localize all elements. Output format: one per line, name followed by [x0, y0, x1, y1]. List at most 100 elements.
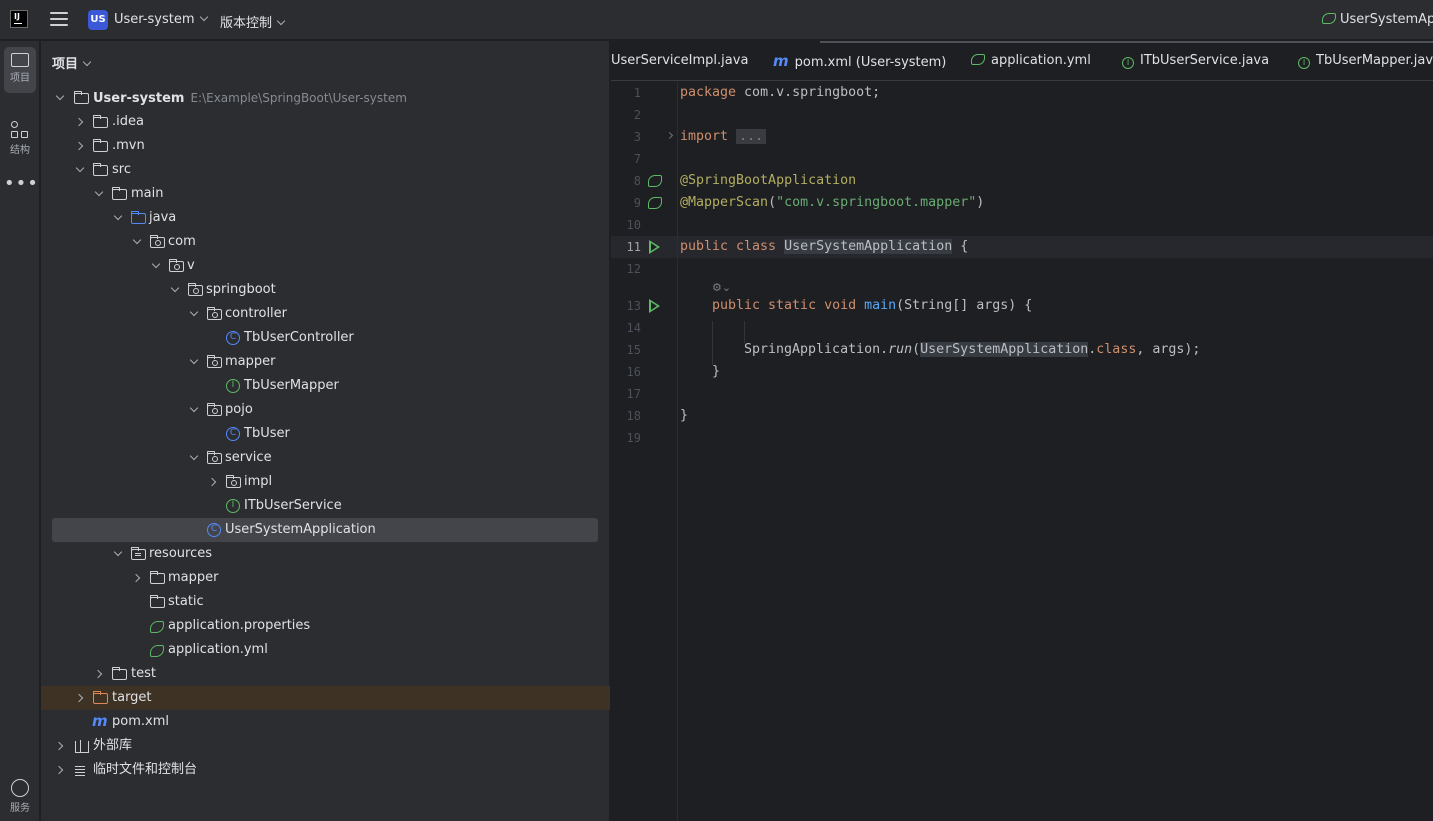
collapse-arrow-icon[interactable] [74, 134, 88, 158]
tree-item-pom-xml[interactable]: m pom.xml [41, 710, 610, 734]
expand-arrow-icon[interactable] [150, 254, 164, 278]
project-switcher[interactable]: User-system [114, 12, 208, 27]
expand-arrow-icon[interactable] [112, 542, 126, 566]
intellij-logo[interactable]: IJ [10, 10, 28, 28]
code-line: public static void main(String[] args) { [712, 298, 1033, 313]
spring-config-icon [971, 54, 985, 65]
tree-item-application-properties[interactable]: application.properties [41, 614, 610, 638]
vcs-menu[interactable]: 版本控制 [220, 12, 286, 31]
tree-item-impl[interactable]: impl [41, 470, 610, 494]
expand-arrow-icon[interactable] [188, 302, 202, 326]
folder-icon [93, 115, 108, 128]
tab-itbuserservice[interactable]: I ITbUserService.java [1122, 41, 1269, 80]
tree-item-external-libraries[interactable]: 外部库 [41, 734, 610, 758]
tree-item-usersystemapplication[interactable]: C UserSystemApplication [41, 518, 610, 542]
collapse-arrow-icon[interactable] [54, 758, 68, 782]
expand-arrow-icon[interactable] [169, 278, 183, 302]
expand-arrow-icon[interactable] [74, 158, 88, 182]
expand-arrow-icon[interactable] [188, 398, 202, 422]
tree-item-springboot[interactable]: springboot [41, 278, 610, 302]
main-menu-icon[interactable] [50, 12, 68, 28]
tree-item-v[interactable]: v [41, 254, 610, 278]
tree-item-main[interactable]: main [41, 182, 610, 206]
tree-item-mapper[interactable]: mapper [41, 350, 610, 374]
collapse-arrow-icon[interactable] [74, 686, 88, 710]
package-icon [169, 259, 184, 272]
tree-item-mvn[interactable]: .mvn [41, 134, 610, 158]
structure-icon [11, 121, 29, 139]
package-icon [150, 235, 165, 248]
tree-item-test[interactable]: test [41, 662, 610, 686]
folded-imports[interactable]: ... [736, 129, 767, 144]
line-number: 15 [626, 343, 641, 357]
tree-item-target[interactable]: target [41, 686, 610, 710]
more-tools-button[interactable]: ••• [4, 173, 38, 197]
line-number: 10 [626, 218, 641, 232]
tab-pom-xml[interactable]: m pom.xml (User-system) [773, 41, 946, 80]
tab-application-yml[interactable]: application.yml [971, 41, 1091, 80]
tree-item-java[interactable]: java [41, 206, 610, 230]
run-configuration[interactable]: UserSystemApp [1322, 12, 1433, 27]
spring-bean-icon[interactable] [648, 197, 662, 209]
tree-item-static[interactable]: static [41, 590, 610, 614]
chevron-down-icon [199, 12, 208, 22]
run-icon[interactable] [649, 299, 660, 313]
structure-tool-button[interactable]: 结构 [4, 115, 36, 161]
expand-arrow-icon[interactable] [188, 350, 202, 374]
resources-folder-icon [131, 547, 146, 560]
tree-item-tbuser[interactable]: C TbUser [41, 422, 610, 446]
collapse-arrow-icon[interactable] [207, 470, 221, 494]
line-number: 12 [626, 262, 641, 276]
collapse-arrow-icon[interactable] [131, 566, 145, 590]
tree-item-com[interactable]: com [41, 230, 610, 254]
expand-arrow-icon[interactable] [188, 446, 202, 470]
code-line: package com.v.springboot; [680, 85, 881, 100]
code-line: @MapperScan("com.v.springboot.mapper") [680, 195, 985, 210]
tree-item-pojo[interactable]: pojo [41, 398, 610, 422]
run-icon[interactable] [649, 240, 660, 254]
project-tool-button[interactable]: 项目 [4, 47, 36, 93]
chevron-down-icon [82, 57, 92, 67]
tree-item-resources-mapper[interactable]: mapper [41, 566, 610, 590]
tree-item-application-yml[interactable]: application.yml [41, 638, 610, 662]
spring-bean-icon[interactable] [648, 175, 662, 187]
code-line: } [680, 408, 689, 423]
class-icon: C [226, 331, 240, 345]
code-editor[interactable]: 1 2 3 7 8 9 10 11 12 13 14 15 16 17 18 1… [611, 82, 1433, 821]
tree-item-tbusercontroller[interactable]: C TbUserController [41, 326, 610, 350]
code-line: import ... [680, 129, 767, 144]
folder-icon [150, 595, 165, 608]
project-badge[interactable]: US [88, 10, 108, 30]
tool-window-strip: 项目 结构 ••• 服务 [0, 41, 40, 821]
tree-item-user-system[interactable]: User-system E:\Example\SpringBoot\User-sy… [41, 86, 610, 110]
tree-item-scratches[interactable]: 临时文件和控制台 [41, 758, 610, 782]
tree-item-resources[interactable]: resources [41, 542, 610, 566]
line-number: 2 [633, 108, 641, 122]
expand-arrow-icon[interactable] [93, 182, 107, 206]
package-icon [226, 475, 241, 488]
tree-item-itbuserservice[interactable]: I ITbUserService [41, 494, 610, 518]
fold-arrow-icon[interactable] [665, 131, 674, 140]
tree-item-controller[interactable]: controller [41, 302, 610, 326]
expand-arrow-icon[interactable] [112, 206, 126, 230]
folder-icon [93, 163, 108, 176]
project-panel-title[interactable]: 项目 [52, 53, 92, 72]
package-icon [207, 451, 222, 464]
services-tool-button[interactable]: 服务 [4, 773, 36, 819]
line-number: 19 [626, 431, 641, 445]
spring-config-icon [150, 621, 164, 633]
maven-icon: m [92, 712, 108, 730]
tree-item-idea[interactable]: .idea [41, 110, 610, 134]
expand-arrow-icon[interactable] [131, 230, 145, 254]
collapse-arrow-icon[interactable] [93, 662, 107, 686]
tree-item-service[interactable]: service [41, 446, 610, 470]
expand-arrow-icon[interactable] [54, 86, 68, 110]
line-number: 8 [633, 174, 641, 188]
collapse-arrow-icon[interactable] [74, 110, 88, 134]
tree-item-tbusermapper[interactable]: I TbUserMapper [41, 374, 610, 398]
tree-item-src[interactable]: src [41, 158, 610, 182]
code-vision-hint[interactable]: ⚙⌄ [712, 281, 731, 294]
tab-userserviceimpl[interactable]: UserServiceImpl.java [611, 41, 748, 80]
collapse-arrow-icon[interactable] [54, 734, 68, 758]
tab-tbusermapper[interactable]: I TbUserMapper.java [1298, 41, 1433, 80]
